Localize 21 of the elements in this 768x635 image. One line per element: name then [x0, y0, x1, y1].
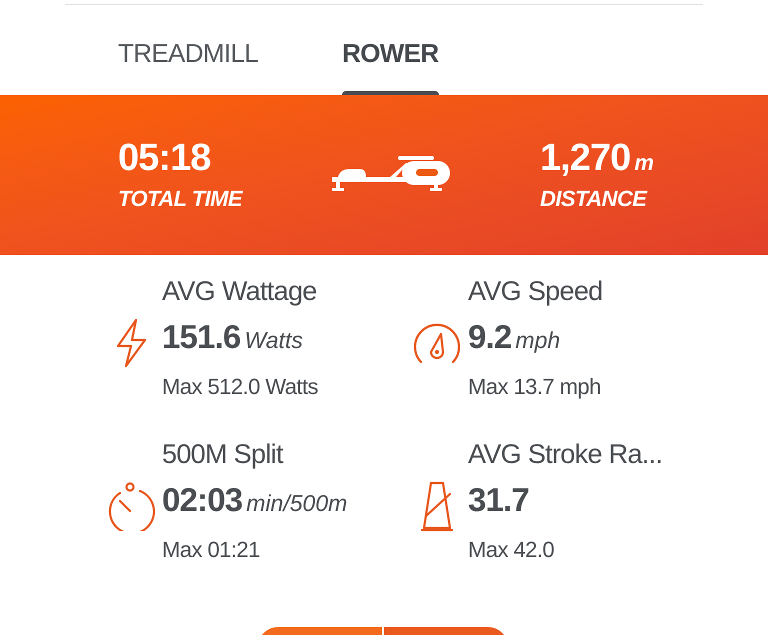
total-time-label: TOTAL TIME — [118, 185, 244, 214]
metric-value: 31.7 — [468, 480, 530, 520]
distance-value: 1,270 m — [540, 136, 653, 181]
metric-title: AVG Wattage — [162, 275, 318, 308]
metric-value: 9.2mph — [468, 317, 562, 357]
metric-title: 500M Split — [162, 438, 284, 471]
metric-value: 02:03min/500m — [162, 480, 348, 520]
lightning-bolt-icon — [114, 318, 148, 368]
metric-max: Max 512.0 Watts — [162, 373, 318, 401]
tab[interactable]: ROWER — [342, 5, 438, 95]
metric-max: Max 42.0 — [468, 536, 556, 564]
metric-value: 151.6 Watts — [162, 317, 304, 357]
metric-max: Max 13.7 mph — [468, 373, 602, 401]
stopwatch-icon — [106, 480, 156, 530]
metronome-icon — [420, 480, 454, 532]
tab[interactable]: TREADMILL — [118, 5, 258, 95]
distance-label: DISTANCE — [540, 185, 648, 214]
metric-title: AVG Speed — [468, 275, 603, 308]
metric-title: AVG Stroke Ra... — [468, 438, 662, 471]
metric-max: Max 01:21 — [162, 536, 261, 564]
total-time-value: 05:18 — [118, 136, 212, 181]
